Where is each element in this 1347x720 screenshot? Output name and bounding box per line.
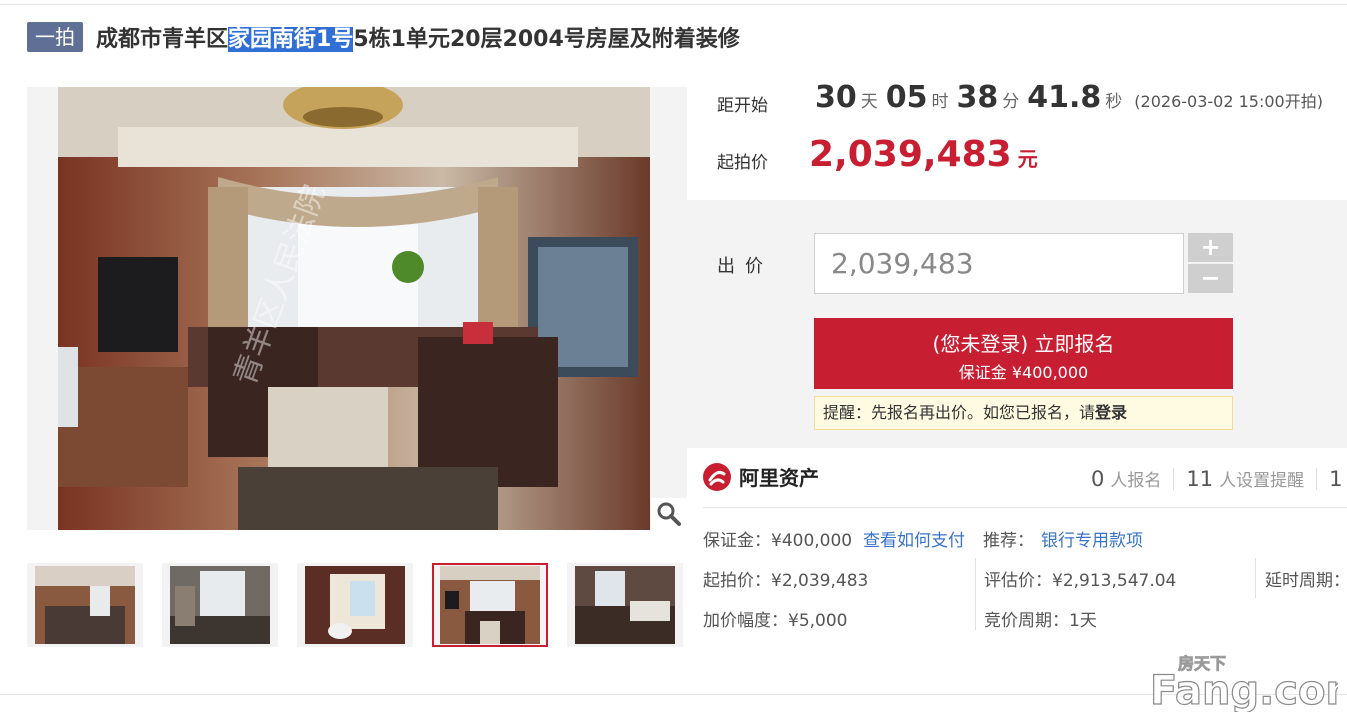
registrants-count: 0: [1091, 467, 1105, 491]
countdown-label: 距开始: [717, 96, 768, 116]
countdown-seconds: 41.8: [1027, 80, 1102, 115]
auction-start-time: (2026-03-02 15:00开拍): [1134, 92, 1323, 111]
thumbnail-5[interactable]: [567, 563, 683, 647]
title-highlight: 家园南街1号: [228, 27, 354, 52]
thumbnail-4[interactable]: [432, 563, 548, 647]
thumbnail-image: [35, 566, 135, 644]
recommend-label: 推荐：: [983, 531, 1034, 551]
platform-brand: 阿里资产: [703, 462, 819, 491]
main-photo-container: 青羊区人民法院: [27, 87, 687, 530]
bank-account-link[interactable]: 银行专用款项: [1041, 526, 1143, 551]
minutes-unit: 分: [1002, 92, 1020, 112]
how-to-pay-link[interactable]: 查看如何支付: [863, 526, 965, 551]
column-divider: [975, 558, 976, 630]
increment-info: 加价幅度：¥5,000: [703, 611, 848, 631]
thumbnail-2[interactable]: [162, 563, 278, 647]
listing-title: 成都市青羊区家园南街1号5栋1单元20层2004号房屋及附着装修: [96, 21, 740, 53]
registrants-label: 人报名: [1110, 471, 1162, 491]
countdown-minutes: 38: [956, 80, 999, 115]
magnifier-icon: [657, 502, 681, 526]
thumbnail-image: [440, 566, 540, 644]
thumbnail-3[interactable]: [297, 563, 413, 647]
info-divider: [703, 507, 1347, 508]
platform-name: 阿里资产: [739, 466, 819, 490]
signup-button[interactable]: (您未登录) 立即报名 保证金 ¥400,000: [814, 318, 1233, 389]
bid-label: 出价: [717, 256, 773, 277]
reminders-label: 人设置提醒: [1219, 471, 1305, 491]
countdown-timer: 30 天 05 时 38 分 41.8 秒 (2026-03-02 15:00开…: [815, 80, 1323, 115]
signup-deposit-label: 保证金 ¥400,000: [958, 363, 1089, 382]
stats-divider: [1173, 467, 1175, 490]
watermark-main-text: Fang.com: [1150, 668, 1338, 712]
bid-cycle-info: 竞价周期：1天: [984, 611, 1097, 631]
delay-period-info: 延时周期：: [1265, 571, 1347, 591]
zoom-button[interactable]: [651, 498, 687, 530]
countdown-days: 30: [815, 80, 857, 115]
reminders-count: 11: [1186, 467, 1214, 491]
increase-bid-button[interactable]: +: [1188, 233, 1233, 262]
deposit-info: 保证金：¥400,000: [703, 531, 853, 551]
stats-divider: [1316, 467, 1318, 490]
start-price-label: 起拍价: [717, 153, 768, 173]
start-price-value: 2,039,483: [809, 134, 1012, 175]
fang-watermark-logo: 房天下 Fang.com: [1149, 654, 1338, 712]
thumbnail-image: [170, 566, 270, 644]
reminder-text: 提醒：先报名再出价。如您已报名，请: [823, 403, 1096, 422]
login-reminder: 提醒：先报名再出价。如您已报名，请登录: [814, 396, 1233, 430]
appraisal-info: 评估价：¥2,913,547.04: [984, 571, 1177, 591]
main-photo[interactable]: 青羊区人民法院: [58, 87, 650, 530]
countdown-hours: 05: [885, 80, 928, 115]
hours-unit: 时: [931, 92, 949, 112]
column-divider: [1255, 558, 1256, 598]
bid-amount-input[interactable]: 2,039,483: [814, 233, 1184, 294]
login-link[interactable]: 登录: [1095, 403, 1127, 422]
bottom-divider: [0, 694, 1347, 695]
start-price-info: 起拍价：¥2,039,483: [703, 571, 869, 591]
auction-round-tag: 一拍: [27, 22, 83, 52]
living-room-photo: 青羊区人民法院: [58, 87, 650, 530]
auction-stats: 0 人报名 11 人设置提醒 1: [1091, 466, 1342, 491]
decrease-bid-button[interactable]: −: [1188, 264, 1233, 293]
thumbnail-1[interactable]: [27, 563, 143, 647]
start-price-unit: 元: [1017, 147, 1038, 171]
top-divider: [0, 4, 1347, 5]
bid-panel: 出价 2,039,483 + − (您未登录) 立即报名 保证金 ¥400,00…: [687, 200, 1347, 448]
start-price: 2,039,483 元: [809, 134, 1038, 175]
thumbnail-strip: [27, 563, 687, 647]
title-part-1: 成都市青羊区: [96, 27, 229, 52]
ali-asset-logo-icon: [703, 462, 731, 491]
listing-header: 一拍 成都市青羊区家园南街1号5栋1单元20层2004号房屋及附着装修: [27, 20, 740, 54]
title-part-2: 5栋1单元20层2004号房屋及附着装修: [353, 27, 740, 52]
thumbnail-image: [575, 566, 675, 644]
seconds-unit: 秒: [1105, 92, 1123, 112]
days-unit: 天: [860, 92, 878, 112]
signup-button-label: (您未登录) 立即报名: [932, 332, 1115, 356]
views-count: 1: [1329, 467, 1343, 491]
thumbnail-image: [305, 566, 405, 644]
